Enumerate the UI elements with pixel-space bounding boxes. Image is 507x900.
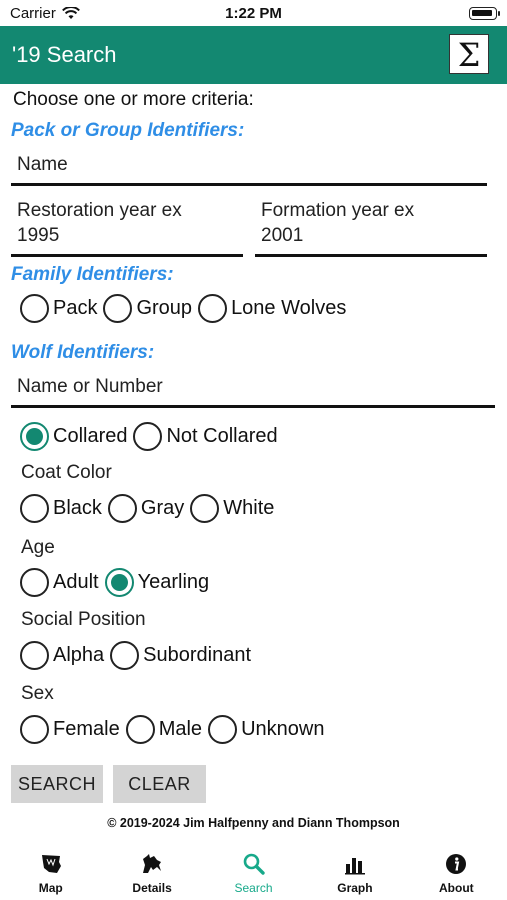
clear-button[interactable]: CLEAR [113, 765, 206, 803]
radio-pack[interactable]: Pack [20, 294, 97, 323]
radio-group[interactable]: Group [103, 294, 192, 323]
restoration-year-field[interactable]: Restoration year ex 1995 [11, 198, 243, 257]
radio-label: Collared [53, 425, 128, 447]
radio-label: Subordinant [143, 644, 252, 666]
tab-label: About [439, 881, 474, 895]
radio-label: Yearling [137, 571, 210, 593]
radio-male[interactable]: Male [125, 715, 203, 744]
radio-subordinant[interactable]: Subordinant [110, 641, 251, 670]
tab-label: Map [38, 881, 63, 895]
radio-adult[interactable]: Adult [20, 568, 99, 597]
radio-label: Lone Wolves [231, 297, 347, 319]
restoration-year-example: 1995 [17, 225, 60, 246]
wolf-name-field[interactable]: Name or Number [11, 374, 495, 408]
formation-year-field[interactable]: Formation year ex 2001 [255, 198, 487, 257]
radio-label: Female [53, 718, 120, 740]
radio-label: Adult [53, 571, 99, 593]
family-radio-group: Pack Group Lone Wolves [20, 294, 352, 323]
search-icon [241, 851, 267, 877]
clock: 1:22 PM [225, 5, 282, 22]
family-section-heading: Family Identifiers: [11, 264, 174, 285]
radio-label: Not Collared [166, 425, 278, 447]
tab-search[interactable]: Search [203, 843, 304, 900]
radio-label: Black [53, 497, 102, 519]
tab-label: Details [132, 881, 172, 895]
pack-section-heading: Pack or Group Identifiers: [11, 120, 245, 141]
radio-white[interactable]: White [190, 494, 274, 523]
page-title: '19 Search [12, 42, 117, 67]
restoration-year-placeholder: Restoration year ex [17, 200, 182, 221]
radio-label: Gray [140, 497, 185, 519]
radio-label: Pack [53, 297, 98, 319]
radio-not-collared[interactable]: Not Collared [133, 422, 278, 451]
tab-label: Graph [337, 881, 373, 895]
radio-label: Alpha [53, 644, 105, 666]
pack-name-field[interactable]: Name [11, 152, 487, 186]
sigma-button[interactable]: Σ [449, 34, 489, 74]
wolf-section-heading: Wolf Identifiers: [11, 342, 155, 363]
radio-label: Group [136, 297, 193, 319]
battery-icon [469, 7, 500, 20]
tab-details[interactable]: Details [101, 843, 202, 900]
radio-gray[interactable]: Gray [107, 494, 185, 523]
radio-label: Male [158, 718, 203, 740]
tab-graph[interactable]: Graph [304, 843, 405, 900]
social-radio-group: Alpha Subordinant [20, 641, 257, 670]
radio-unknown[interactable]: Unknown [208, 715, 324, 744]
sex-radio-group: Female Male Unknown [20, 715, 330, 744]
criteria-prompt: Choose one or more criteria: [13, 89, 254, 110]
sex-label: Sex [21, 683, 54, 704]
wolf-name-placeholder: Name or Number [17, 376, 163, 397]
status-bar: Carrier 1:22 PM [0, 0, 507, 26]
radio-label: White [223, 497, 275, 519]
age-radio-group: Adult Yearling [20, 568, 215, 597]
tab-about[interactable]: About [406, 843, 507, 900]
pack-name-placeholder: Name [17, 154, 68, 175]
copyright-notice: © 2019-2024 Jim Halfpenny and Diann Thom… [107, 816, 400, 830]
wolf-icon [139, 851, 165, 877]
search-button[interactable]: SEARCH [11, 765, 103, 803]
radio-yearling[interactable]: Yearling [104, 568, 210, 597]
bar-chart-icon [342, 851, 368, 877]
map-icon [38, 851, 64, 877]
collar-radio-group: Collared Not Collared [20, 422, 284, 451]
radio-female[interactable]: Female [20, 715, 120, 744]
social-position-label: Social Position [21, 609, 146, 630]
nav-header: '19 Search Σ [0, 26, 507, 84]
formation-year-example: 2001 [261, 225, 304, 246]
tab-bar: Map Details Search Graph About [0, 843, 507, 900]
tab-label: Search [234, 881, 273, 895]
coat-color-label: Coat Color [21, 462, 112, 483]
age-label: Age [21, 537, 55, 558]
radio-black[interactable]: Black [20, 494, 102, 523]
radio-label: Unknown [241, 718, 325, 740]
radio-collared[interactable]: Collared [20, 422, 127, 451]
tab-map[interactable]: Map [0, 843, 101, 900]
radio-lone-wolves[interactable]: Lone Wolves [198, 294, 346, 323]
coat-radio-group: Black Gray White [20, 494, 280, 523]
radio-alpha[interactable]: Alpha [20, 641, 104, 670]
info-icon [443, 851, 469, 877]
formation-year-placeholder: Formation year ex [261, 200, 415, 221]
